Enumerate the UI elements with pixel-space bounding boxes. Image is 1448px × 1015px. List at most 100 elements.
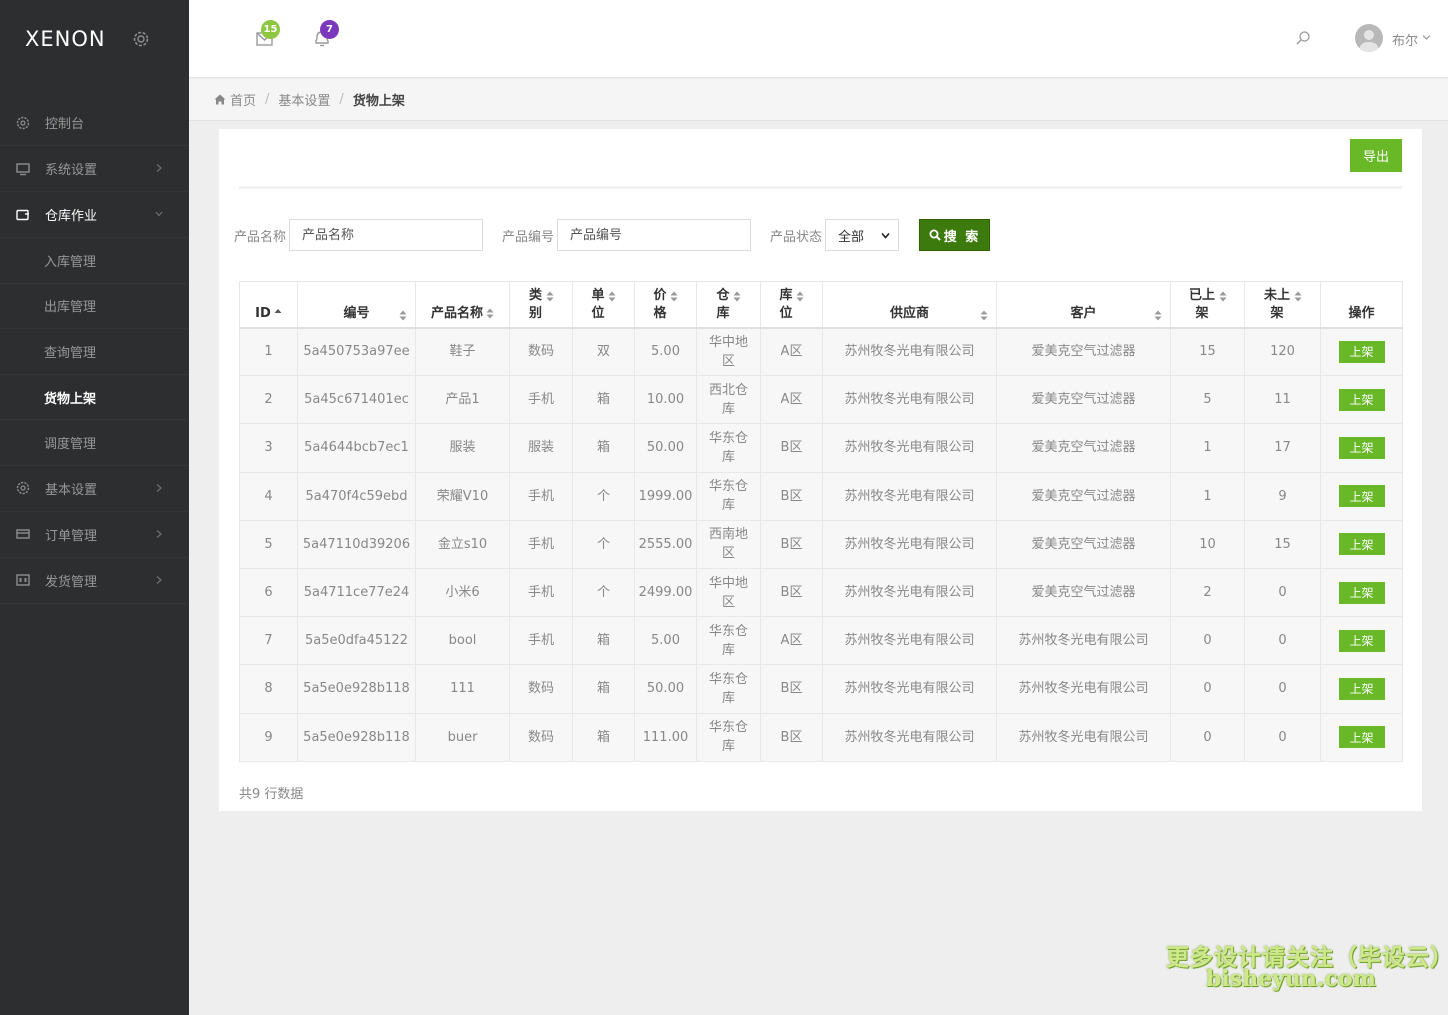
chevron-right-icon — [156, 484, 162, 492]
cell-name: 金立s10 — [415, 519, 510, 569]
cell-action: 上架 — [1320, 616, 1403, 666]
cell-id: 2 — [239, 375, 298, 425]
cell-supplier: 苏州牧冬光电有限公司 — [822, 519, 997, 569]
cell-location: B区 — [760, 423, 823, 473]
sidebar-item-shipping[interactable]: 发货管理 — [0, 558, 189, 604]
col-header-location[interactable]: 库位 — [760, 281, 823, 329]
col-header-name[interactable]: 产品名称 — [415, 281, 510, 329]
cell-location: A区 — [760, 375, 823, 425]
col-header-code[interactable]: 编号 — [297, 281, 416, 329]
sort-icon — [1219, 291, 1227, 301]
cell-id: 8 — [239, 664, 298, 714]
logo[interactable]: XENON — [25, 27, 106, 51]
cell-price: 111.00 — [634, 712, 697, 762]
breadcrumb-basic-settings[interactable]: 基本设置 — [278, 90, 330, 109]
cell-code: 5a47110d39206 — [297, 519, 416, 569]
breadcrumb-current: 货物上架 — [352, 94, 405, 109]
cell-shelved: 0 — [1170, 616, 1245, 666]
sidebar-item-label: 基本设置 — [45, 482, 98, 498]
product-code-input[interactable] — [557, 219, 752, 251]
col-header-shelved[interactable]: 已上架 — [1170, 281, 1245, 329]
shelve-button[interactable]: 上架 — [1338, 436, 1385, 459]
cell-customer: 爱美克空气过滤器 — [996, 471, 1171, 521]
shelve-button[interactable]: 上架 — [1338, 388, 1385, 411]
chevron-right-icon — [156, 530, 162, 538]
cell-customer: 爱美克空气过滤器 — [996, 567, 1171, 618]
col-header-price[interactable]: 价格 — [634, 281, 697, 329]
monitor-icon — [16, 162, 30, 175]
chevron-down-icon[interactable] — [1422, 33, 1431, 42]
product-name-input[interactable] — [289, 219, 484, 251]
cell-supplier: 苏州牧冬光电有限公司 — [822, 567, 997, 618]
col-header-unshelved[interactable]: 未上架 — [1244, 281, 1321, 329]
cell-unshelved: 9 — [1244, 471, 1321, 521]
settings-gear-icon[interactable] — [131, 29, 151, 49]
table-row: 4 5a470f4c59ebd 荣耀V10 手机个 1999.00 华东仓库 B区 苏州牧冬光… — [239, 471, 1403, 521]
col-header-warehouse[interactable]: 仓库 — [696, 281, 761, 329]
sort-icon — [1154, 310, 1162, 320]
sidebar-item-basic-settings[interactable]: 基本设置 — [0, 466, 189, 512]
cell-action: 上架 — [1320, 423, 1403, 473]
cell-supplier: 苏州牧冬光电有限公司 — [822, 375, 997, 425]
shelve-button[interactable]: 上架 — [1338, 485, 1385, 508]
sidebar-subitem-query[interactable]: 查询管理 — [0, 329, 189, 375]
sidebar-subitem-inbound[interactable]: 入库管理 — [0, 238, 189, 284]
breadcrumb-home[interactable]: 首页 — [230, 90, 256, 109]
cell-name: 产品1 — [415, 375, 510, 425]
cell-warehouse: 华东仓库 — [696, 664, 761, 714]
shelve-button[interactable]: 上架 — [1338, 629, 1385, 652]
col-header-unit[interactable]: 单位 — [572, 281, 635, 329]
cell-id: 7 — [239, 616, 298, 666]
chevron-down-icon — [881, 232, 890, 239]
col-header-label: 库位 — [779, 287, 793, 321]
cell-location: B区 — [760, 664, 823, 714]
product-status-select[interactable]: 全部 — [825, 219, 900, 251]
table-row: 9 5a5e0e928b118 buer 数码箱 111.00 华东仓库 B区 苏州牧冬光电有… — [239, 712, 1403, 762]
cell-customer: 苏州牧冬光电有限公司 — [996, 664, 1171, 714]
sidebar-subitem-label: 出库管理 — [44, 300, 97, 316]
cell-unit: 个 — [572, 567, 635, 618]
cell-action: 上架 — [1320, 375, 1403, 425]
export-button[interactable]: 导出 — [1350, 139, 1402, 172]
sidebar-item-system-settings[interactable]: 系统设置 — [0, 146, 189, 192]
cell-price: 5.00 — [634, 616, 697, 666]
product-name-label: 产品名称 — [234, 229, 287, 245]
dashboard-icon — [16, 116, 30, 129]
sidebar-subitem-shelving[interactable]: 货物上架 — [0, 375, 189, 421]
shelve-button[interactable]: 上架 — [1338, 726, 1385, 749]
table-body: 1 5a450753a97ee 鞋子 数码双 5.00 华中地区 A区 苏州牧冬光电有限公司爱… — [239, 326, 1403, 762]
search-icon[interactable] — [1295, 30, 1311, 46]
sidebar-item-orders[interactable]: 订单管理 — [0, 512, 189, 558]
user-name[interactable]: 布尔 — [1392, 30, 1418, 49]
cell-code: 5a5e0e928b118 — [297, 664, 416, 714]
cell-shelved: 0 — [1170, 712, 1245, 762]
chevron-down-icon — [155, 211, 163, 217]
sort-icon — [796, 291, 804, 301]
col-header-label: 操作 — [1348, 305, 1375, 321]
cell-category: 数码 — [509, 712, 573, 762]
chevron-right-icon — [156, 576, 162, 584]
col-header-customer[interactable]: 客户 — [996, 281, 1171, 329]
cell-category: 手机 — [509, 616, 573, 666]
col-header-id[interactable]: ID — [239, 281, 298, 329]
cell-price: 2499.00 — [634, 567, 697, 618]
col-header-category[interactable]: 类别 — [509, 281, 573, 329]
panel-divider — [239, 186, 1402, 189]
col-header-supplier[interactable]: 供应商 — [822, 281, 997, 329]
sort-icon — [670, 291, 678, 301]
sidebar-subitem-dispatch[interactable]: 调度管理 — [0, 420, 189, 466]
shelve-button[interactable]: 上架 — [1338, 533, 1385, 556]
shelve-button[interactable]: 上架 — [1338, 677, 1385, 700]
avatar[interactable] — [1355, 24, 1383, 52]
sidebar-subitem-label: 入库管理 — [44, 254, 97, 270]
shelve-button[interactable]: 上架 — [1338, 581, 1385, 604]
sidebar-item-dashboard[interactable]: 控制台 — [0, 100, 189, 146]
sidebar: XENON 控制台 系统设置 仓库作业 入库管理 出库管理 查询管理 货物上架 … — [0, 0, 189, 1015]
sidebar-subitem-outbound[interactable]: 出库管理 — [0, 284, 189, 330]
sidebar-item-warehouse-ops[interactable]: 仓库作业 — [0, 192, 189, 238]
cell-supplier: 苏州牧冬光电有限公司 — [822, 664, 997, 714]
sort-icon — [980, 310, 988, 320]
search-button[interactable]: 搜 索 — [919, 219, 990, 251]
breadcrumb-separator: / — [265, 92, 270, 107]
shelve-button[interactable]: 上架 — [1338, 340, 1385, 363]
